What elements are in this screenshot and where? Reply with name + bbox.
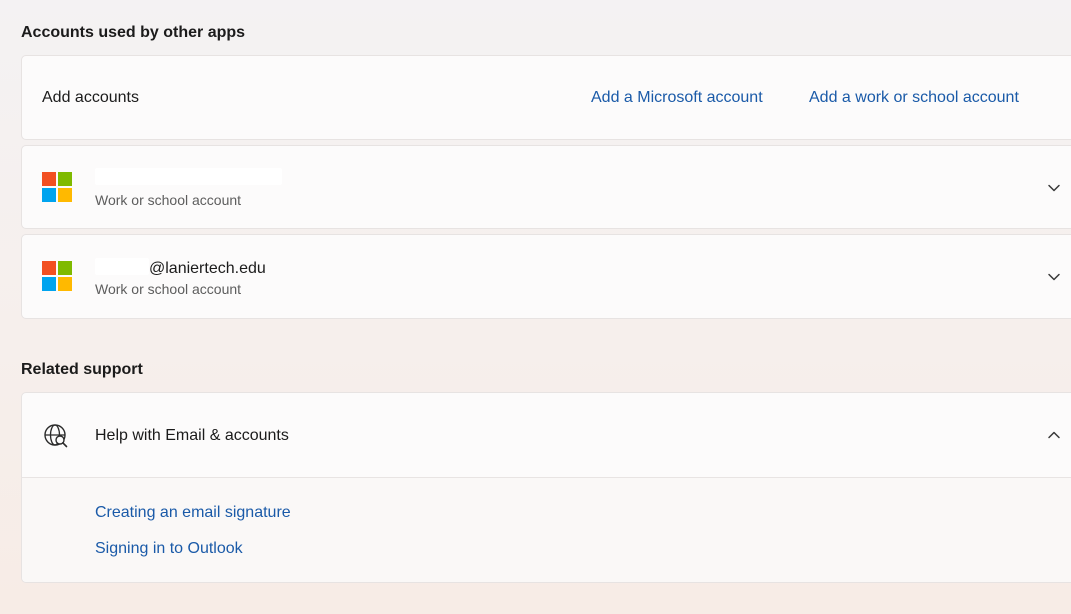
redacted-email-block [95, 258, 149, 275]
microsoft-logo-icon [42, 261, 73, 292]
account-email [95, 168, 282, 188]
chevron-up-icon[interactable] [1046, 427, 1062, 443]
account-type-label: Work or school account [95, 192, 242, 208]
signing-in-outlook-link[interactable]: Signing in to Outlook [95, 540, 243, 558]
accounts-section-title: Accounts used by other apps [21, 24, 246, 41]
chevron-down-icon[interactable] [1046, 180, 1062, 196]
account-email: @laniertech.edu [95, 258, 266, 278]
account-row[interactable]: @laniertech.edu Work or school account [21, 234, 1071, 319]
help-email-accounts-card: Help with Email & accounts Creating an e… [21, 392, 1071, 583]
help-email-accounts-header[interactable]: Help with Email & accounts [95, 427, 289, 445]
divider [22, 477, 1071, 478]
chevron-down-icon[interactable] [1046, 269, 1062, 285]
redacted-email-block [95, 168, 282, 185]
add-microsoft-account-link[interactable]: Add a Microsoft account [591, 89, 763, 107]
account-row[interactable]: Work or school account [21, 145, 1071, 229]
microsoft-logo-icon [42, 172, 73, 203]
related-support-title: Related support [21, 361, 143, 378]
add-accounts-card: Add accounts Add a Microsoft account Add… [21, 55, 1071, 140]
add-work-school-account-link[interactable]: Add a work or school account [809, 89, 1019, 107]
creating-email-signature-link[interactable]: Creating an email signature [95, 504, 291, 522]
account-type-label: Work or school account [95, 281, 242, 297]
help-links-panel [22, 478, 1071, 582]
globe-search-icon [44, 424, 68, 448]
add-accounts-label: Add accounts [42, 89, 139, 106]
